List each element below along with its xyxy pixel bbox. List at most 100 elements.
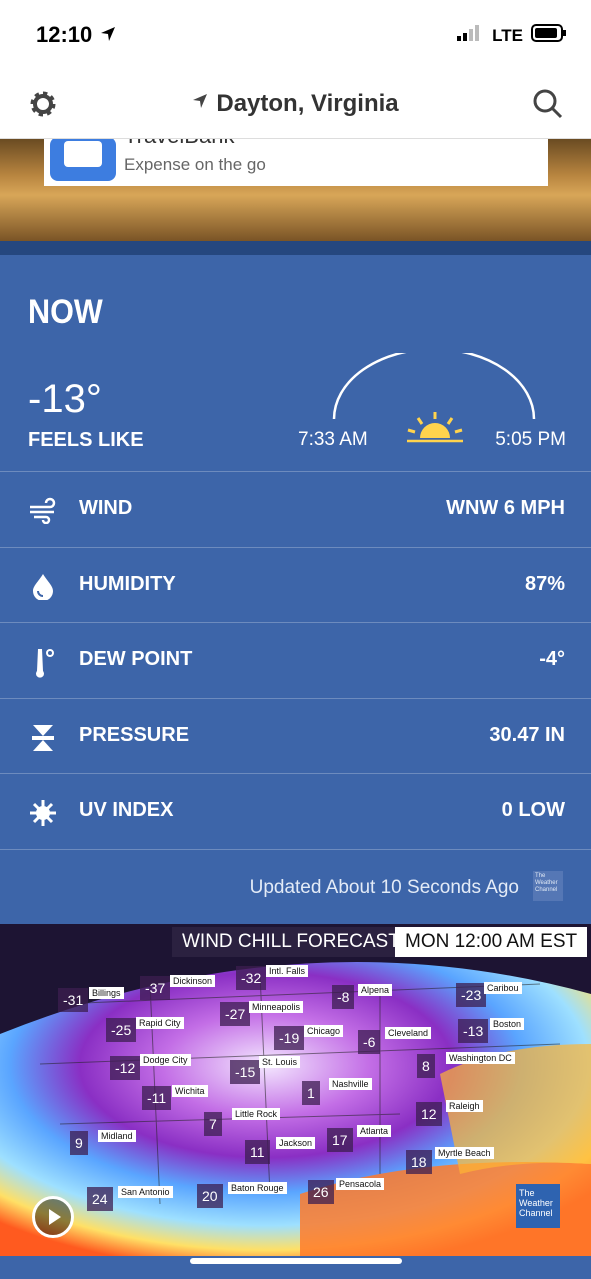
map-temp: 1 [302, 1081, 320, 1105]
humidity-value: 87% [524, 573, 565, 595]
map-city: Dickinson [170, 975, 216, 987]
ad-subtitle: Expense on the go [124, 155, 266, 174]
wind-label: WIND [79, 497, 133, 519]
map-temp: 26 [308, 1180, 334, 1204]
map-temp: -25 [106, 1018, 137, 1042]
map-city: Pensacola [336, 1178, 385, 1190]
map-city: Rapid City [136, 1017, 184, 1029]
map-temp: 11 [245, 1140, 270, 1164]
map-temp: -27 [220, 1002, 251, 1026]
status-time: 12:10 [36, 22, 93, 47]
condition-row-uv-index: UV INDEX 0 LOW [0, 773, 591, 849]
map-temp: -13 [458, 1019, 489, 1043]
map-temp: -19 [274, 1026, 305, 1050]
sunset-time: 5:05 PM [495, 429, 566, 450]
now-panel: NOW -13° FEELS LIKE 7:33 AM 5:05 PM WIND… [0, 255, 591, 924]
map-temp: -32 [236, 966, 267, 990]
map-temp: 24 [87, 1187, 113, 1211]
weather-channel-logo-map: The Weather Channel [516, 1184, 560, 1228]
dew-point-label: DEW POINT [79, 648, 193, 670]
map-title: WIND CHILL FORECAST [172, 927, 410, 957]
map-city: Alpena [358, 984, 393, 996]
now-heading: NOW [28, 293, 103, 331]
top-nav: Dayton, Virginia [0, 72, 591, 139]
humidity-icon [28, 572, 58, 601]
uv-index-label: UV INDEX [79, 799, 174, 821]
map-temp: -15 [230, 1060, 261, 1084]
location-arrow-icon [193, 94, 208, 108]
play-button[interactable] [32, 1196, 74, 1238]
current-temperature: -13° [28, 377, 102, 421]
map-city: Chicago [304, 1025, 344, 1037]
condition-row-dew-point: DEW POINT -4° [0, 622, 591, 698]
condition-row-pressure: PRESSURE 30.47 IN [0, 698, 591, 774]
ad-banner[interactable]: TravelBank Expense on the go [44, 139, 548, 186]
pressure-label: PRESSURE [79, 724, 190, 746]
map-city: Billings [89, 987, 124, 999]
location-name: Dayton, Virginia [216, 90, 399, 117]
map-city: Little Rock [232, 1108, 281, 1120]
humidity-label: HUMIDITY [79, 573, 176, 595]
map-city: Minneapolis [249, 1001, 304, 1013]
map-temp: 8 [417, 1054, 435, 1078]
map-city: Midland [98, 1130, 136, 1142]
divider-line [0, 849, 591, 850]
updated-text: Updated About 10 Seconds Ago [249, 877, 519, 898]
map-city: St. Louis [259, 1056, 301, 1068]
map-city: Raleigh [446, 1100, 483, 1112]
status-bar: 12:10 LTE [0, 0, 591, 72]
map-temp: 9 [70, 1131, 88, 1155]
network-label: LTE [492, 25, 523, 45]
map-time: MON 12:00 AM EST [395, 927, 588, 957]
map-temp: 17 [327, 1128, 353, 1152]
map-temp: -12 [110, 1056, 141, 1080]
sun-icon [407, 412, 463, 443]
map-city: Intl. Falls [266, 965, 309, 977]
ad-title: TravelBank [124, 139, 234, 149]
map-temp: 12 [416, 1102, 442, 1126]
uv-icon [28, 798, 58, 826]
uv-index-value: 0 LOW [501, 799, 565, 821]
map-city: San Antonio [118, 1186, 173, 1198]
location-title[interactable]: Dayton, Virginia [0, 90, 591, 118]
map-city: Cleveland [385, 1027, 432, 1039]
map-temp: -23 [456, 983, 487, 1007]
signal-icon [456, 25, 484, 46]
wind-icon [28, 496, 58, 525]
home-indicator[interactable] [190, 1258, 402, 1264]
map-city: Atlanta [357, 1125, 392, 1137]
sunrise-time: 7:33 AM [298, 429, 368, 450]
map-temp: -31 [58, 988, 89, 1012]
map-temp: 7 [204, 1112, 222, 1136]
battery-icon [531, 24, 567, 47]
map-city: Wichita [172, 1085, 208, 1097]
condition-row-humidity: HUMIDITY 87% [0, 547, 591, 623]
map-temp: -11 [142, 1086, 172, 1110]
map-city: Myrtle Beach [435, 1147, 494, 1159]
search-icon[interactable] [532, 88, 564, 125]
map-city: Washington DC [446, 1052, 515, 1064]
pressure-icon [28, 723, 58, 751]
dew-point-value: -4° [539, 648, 565, 670]
map-temp: -8 [332, 985, 355, 1009]
ad-app-icon [50, 139, 116, 181]
thermometer-icon [28, 647, 58, 678]
map-city: Jackson [276, 1137, 316, 1149]
map-temp: -37 [140, 976, 171, 1000]
map-temp: 18 [406, 1150, 432, 1174]
map-city: Boston [490, 1018, 525, 1030]
map-temp: 20 [197, 1184, 223, 1208]
map-city: Nashville [329, 1078, 372, 1090]
map-city: Caribou [484, 982, 522, 994]
weather-channel-logo: The Weather Channel [533, 871, 563, 901]
divider-strip [0, 241, 591, 255]
location-arrow-icon [100, 26, 116, 47]
play-icon [49, 1209, 61, 1225]
pressure-value: 30.47 IN [489, 724, 565, 746]
condition-row-wind: WIND WNW 6 MPH [0, 471, 591, 547]
map-city: Baton Rouge [228, 1182, 287, 1194]
map-temp: -6 [358, 1030, 381, 1054]
feels-like-label: FEELS LIKE [28, 429, 144, 451]
map-city: Dodge City [140, 1054, 191, 1066]
wind-value: WNW 6 MPH [446, 497, 565, 519]
